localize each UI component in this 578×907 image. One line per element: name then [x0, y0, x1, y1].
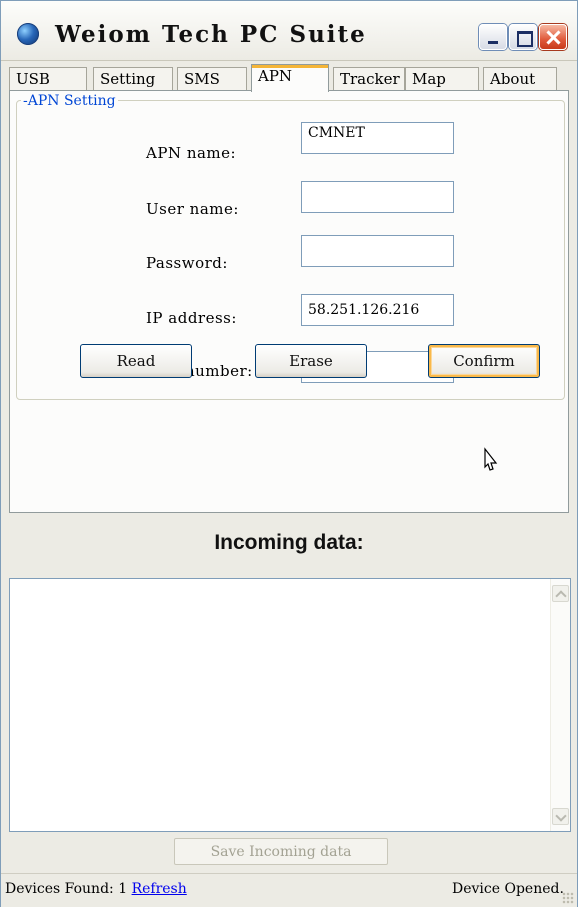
tab-usb[interactable]: USB — [9, 67, 87, 91]
tab-apn[interactable]: APN — [251, 64, 329, 92]
tab-strip: USB Setting SMS APN Tracker Map About — [9, 64, 569, 92]
ip-address-label: IP address: — [146, 309, 237, 327]
maximize-icon[interactable] — [509, 24, 537, 50]
device-status: Device Opened. — [452, 881, 564, 897]
confirm-button[interactable]: Confirm — [428, 344, 540, 378]
globe-icon — [17, 23, 39, 45]
group-label: -APN Setting — [21, 93, 118, 109]
incoming-data-textarea[interactable] — [9, 578, 571, 832]
user-name-label: User name: — [146, 200, 239, 218]
devices-found-label: Devices Found: 1 — [5, 881, 128, 897]
status-bar: Devices Found: 1 Refresh Device Opened. — [1, 873, 577, 907]
password-label: Password: — [146, 254, 228, 272]
vertical-scrollbar[interactable] — [550, 579, 570, 831]
incoming-data-title: Incoming data: — [214, 531, 364, 554]
tab-tracker[interactable]: Tracker — [333, 67, 405, 91]
app-window: Weiom Tech PC Suite USB Setting SMS APN … — [0, 0, 578, 907]
user-name-field[interactable] — [301, 181, 454, 213]
refresh-link[interactable]: Refresh — [132, 881, 187, 897]
scroll-down-icon[interactable] — [552, 808, 569, 825]
devices-found: Devices Found: 1 Refresh — [5, 874, 187, 904]
minimize-icon[interactable] — [479, 24, 507, 50]
close-icon[interactable] — [539, 24, 567, 50]
scroll-up-icon[interactable] — [552, 585, 569, 602]
read-button[interactable]: Read — [80, 344, 192, 378]
window-title: Weiom Tech PC Suite — [55, 21, 367, 48]
apn-name-field[interactable]: CMNET — [301, 122, 454, 154]
save-incoming-data-button[interactable]: Save Incoming data — [174, 838, 388, 865]
resize-grip-icon[interactable] — [562, 892, 574, 904]
tab-sms[interactable]: SMS — [177, 67, 247, 91]
apn-name-label: APN name: — [146, 144, 237, 162]
mouse-pointer-icon — [484, 447, 498, 471]
password-field[interactable] — [301, 235, 454, 267]
ip-address-field[interactable]: 58.251.126.216 — [301, 294, 454, 326]
tab-setting[interactable]: Setting — [93, 67, 173, 91]
tab-about[interactable]: About — [483, 67, 557, 91]
title-bar[interactable]: Weiom Tech PC Suite — [1, 1, 577, 61]
erase-button[interactable]: Erase — [255, 344, 367, 378]
tab-map[interactable]: Map — [405, 67, 479, 91]
